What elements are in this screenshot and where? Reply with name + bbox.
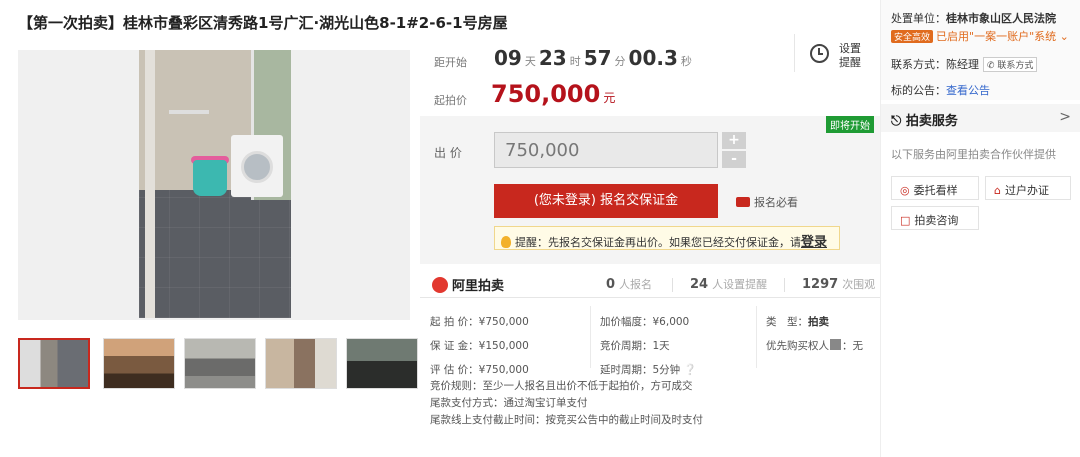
info-increment: 加价幅度：¥6,000 [600,316,690,328]
account-line: 安全高效 已启用"一案一账户"系统 ⌄ [891,28,1069,44]
court-info: 处置单位：桂林市象山区人民法院 安全高效 已启用"一案一账户"系统 ⌄ 联系方式：… [881,0,1080,100]
help-icon[interactable]: ❔ [684,364,697,376]
lightbulb-icon [501,236,511,248]
start-price-label: 起拍价 [434,94,467,107]
login-link[interactable]: 登录 [801,235,827,249]
info-type: 类 型：拍卖 [766,316,829,328]
login-tip: 提醒：先报名交保证金再出价。如果您已经交付保证金，请登录 [494,226,840,250]
alarm-clock-icon [810,44,829,63]
start-price-value: 750,000 元 [491,80,616,108]
countdown-row: 距开始 09 天 23 时 57 分 00.3 秒 设置 提醒 [420,34,880,76]
view-notice-link[interactable]: 查看公告 [946,84,990,97]
info-appraisal: 评 估 价：¥750,000 [430,364,529,376]
set-reminder-button[interactable]: 设置 提醒 [794,34,880,72]
stats-row: 阿里拍卖 0 人报名 24 人设置提醒 1297 次围观 [420,274,880,298]
thumbnail-strip [18,338,418,390]
bid-stepper: + - [722,132,746,168]
decrease-button[interactable]: - [722,151,746,168]
info-priority: 优先购买权人 ：无 [766,339,863,352]
bid-input[interactable]: 750,000 [494,132,718,168]
court-line: 处置单位：桂林市象山区人民法院 [891,12,1056,25]
headset-icon: ⎋ [891,114,906,129]
entrust-viewing-button[interactable]: ◎ 委托看样 [891,176,979,200]
notice-line: 标的公告：查看公告 [891,84,990,97]
auction-rules: 竞价规则：至少一人报名且出价不低于起拍价，方可成交 尾款支付方式：通过淘宝订单支… [430,378,703,429]
right-panel: 处置单位：桂林市象山区人民法院 安全高效 已启用"一案一账户"系统 ⌄ 联系方式：… [880,0,1080,457]
rule-payment-deadline: 尾款线上支付截止时间：按竞买公告中的截止时间及时支付 [430,414,703,426]
auction-page: 【第一次拍卖】桂林市叠彩区清秀路1号广汇·湖光山色8-1#2-6-1号房屋 距开… [0,0,1080,457]
main-photo[interactable] [18,50,410,320]
thumbnail-2[interactable] [103,338,175,389]
auction-consult-button[interactable]: □ 拍卖咨询 [891,206,979,230]
bid-box: 即将开始 出 价 750,000 + - (您未登录) 报名交保证金 报名必看 … [420,116,880,264]
view-count: 1297 次围观 [802,277,876,292]
chevron-right-icon: > [1059,109,1071,125]
contact-button[interactable]: ✆ 联系方式 [983,57,1038,72]
page-title: 【第一次拍卖】桂林市叠彩区清秀路1号广汇·湖光山色8-1#2-6-1号房屋 [18,14,508,32]
balcony-photo [139,50,291,318]
location-icon: ◎ [900,184,910,197]
start-price-row: 起拍价 750,000 元 [420,80,880,112]
chevron-down-icon[interactable]: ⌄ [1056,30,1069,43]
transfer-service-button[interactable]: ⌂ 过户办证 [985,176,1071,200]
info-icon[interactable] [830,339,841,350]
thumbnail-5[interactable] [346,338,418,389]
countdown-label: 距开始 [434,56,467,69]
ali-auction-logo: 阿里拍卖 [432,275,504,294]
shield-badge: 安全高效 [891,30,934,43]
must-read-link[interactable]: 报名必看 [736,194,798,210]
status-badge: 即将开始 [826,116,874,133]
rule-payment-method: 尾款支付方式：通过淘宝订单支付 [430,397,588,409]
increase-button[interactable]: + [722,132,746,149]
contact-line: 联系方式：陈经理 ✆ 联系方式 [891,56,1038,72]
info-delay: 延时周期：5分钟 ❔ [600,364,697,376]
thumbnail-1[interactable] [18,338,90,389]
auction-service-header[interactable]: ⎋ 拍卖服务 > [881,104,1080,132]
rule-bidding: 竞价规则：至少一人报名且出价不低于起拍价，方可成交 [430,380,693,392]
bid-label: 出 价 [434,146,462,160]
service-subtitle: 以下服务由阿里拍卖合作伙伴提供 [891,148,1056,161]
ali-logo-icon [432,277,448,293]
signup-deposit-button[interactable]: (您未登录) 报名交保证金 [494,184,718,218]
home-icon: ⌂ [994,184,1001,197]
signup-count: 0 人报名 [606,277,653,292]
info-start-price: 起 拍 价：¥750,000 [430,316,529,328]
thumbnail-3[interactable] [184,338,256,389]
countdown: 09 天 23 时 57 分 00.3 秒 [494,46,692,70]
info-cycle: 竞价周期：1天 [600,340,670,352]
reminder-count: 24 人设置提醒 [690,277,768,292]
info-deposit: 保 证 金：¥150,000 [430,340,529,352]
court-name[interactable]: 桂林市象山区人民法院 [946,12,1056,25]
chat-icon: □ [900,214,911,227]
thumbnail-4[interactable] [265,338,337,389]
notice-icon [736,197,750,207]
